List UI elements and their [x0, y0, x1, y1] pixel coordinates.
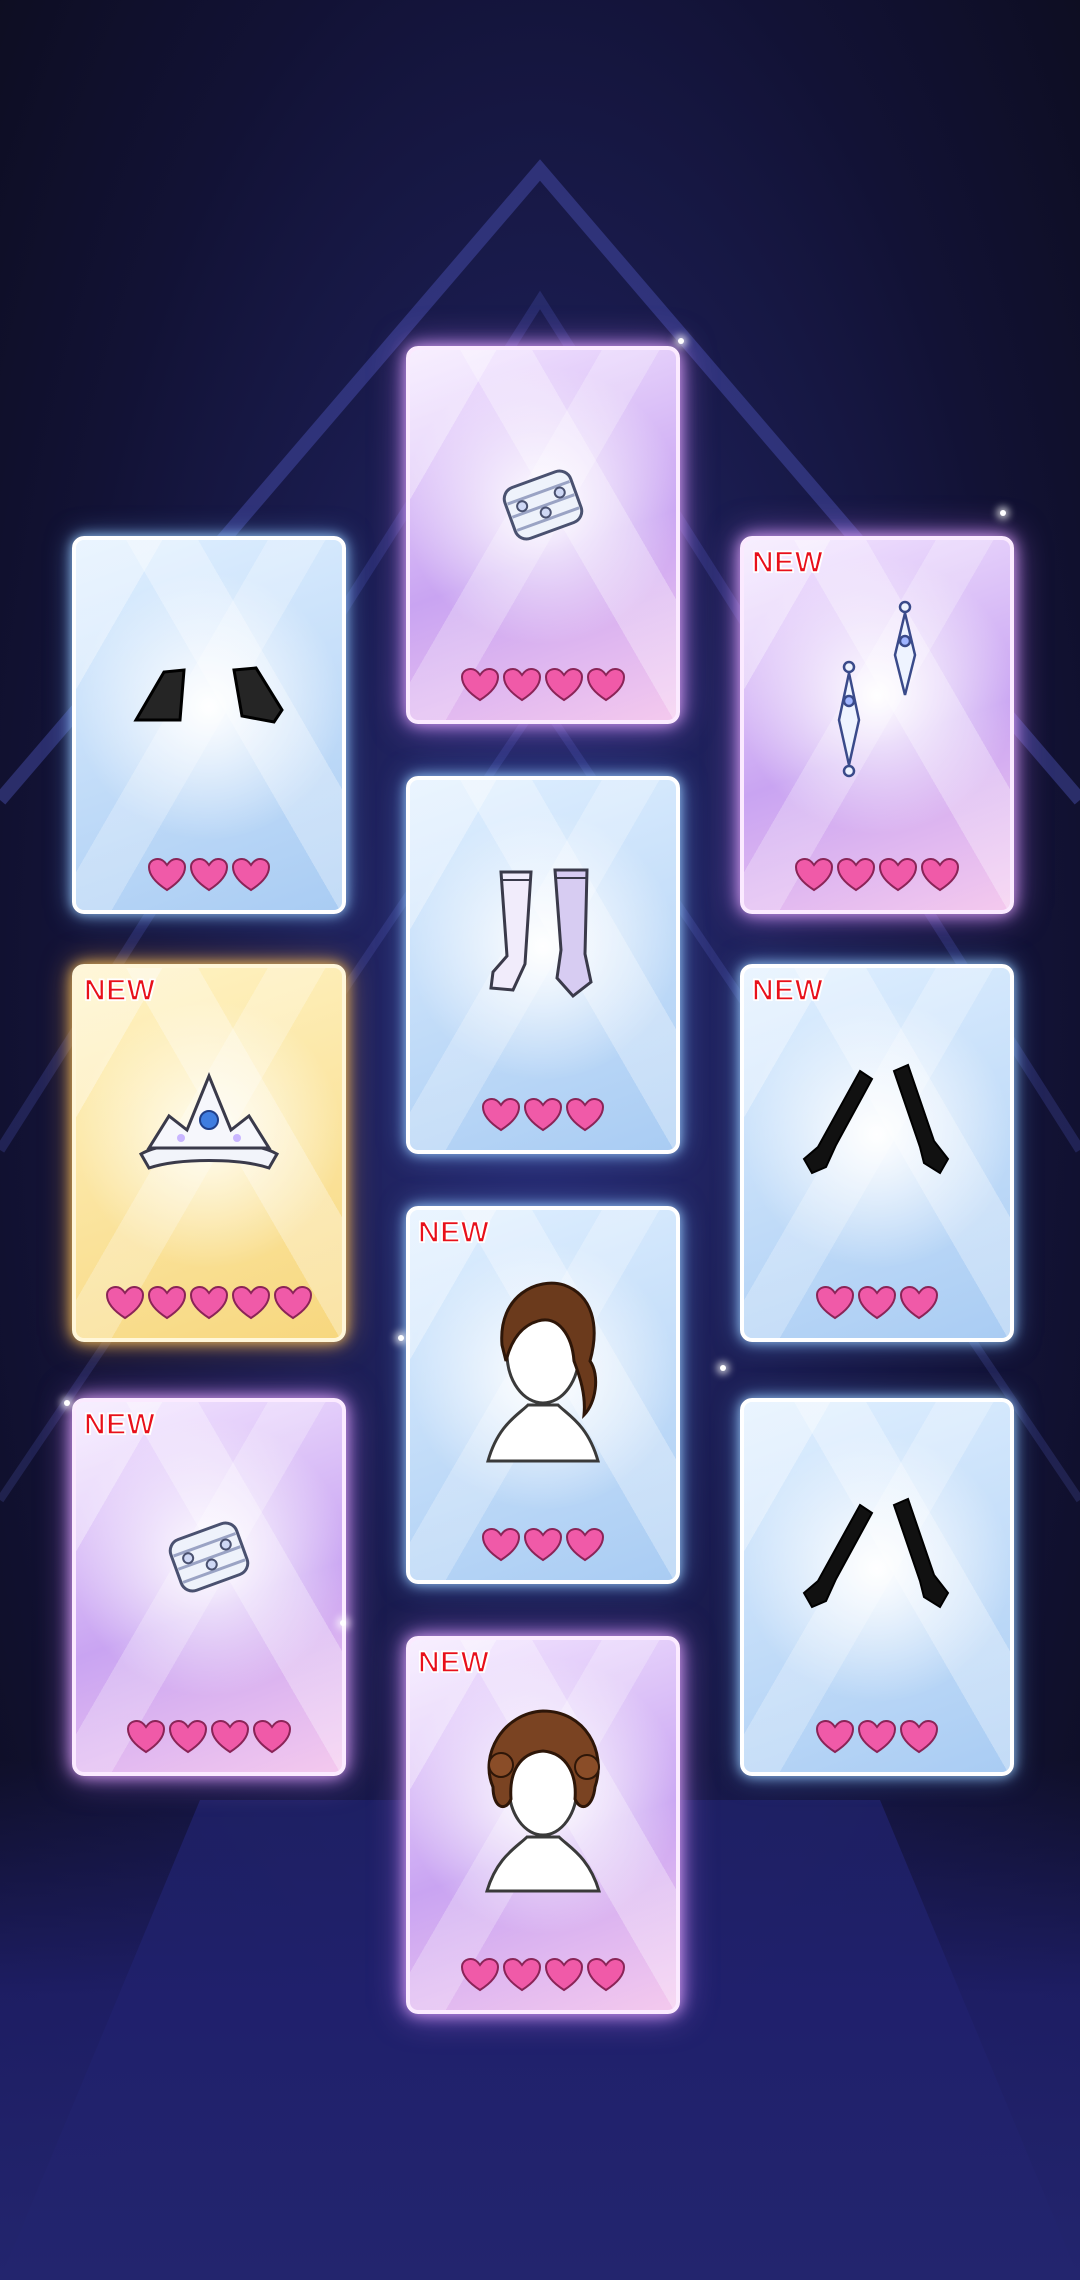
heart-icon	[878, 857, 918, 898]
rarity-hearts	[76, 857, 342, 898]
rarity-hearts	[76, 1285, 342, 1326]
reward-card[interactable]	[406, 776, 680, 1154]
new-badge: NEW	[83, 1407, 156, 1442]
rarity-hearts	[744, 1285, 1010, 1326]
reward-card[interactable]: NEW	[72, 964, 346, 1342]
earrings-icon	[744, 540, 1010, 850]
heart-icon	[147, 857, 187, 898]
heart-icon	[189, 857, 229, 898]
heart-icon	[523, 1527, 563, 1568]
heart-icon	[565, 1527, 605, 1568]
heart-icon	[481, 1527, 521, 1568]
rarity-hearts	[410, 667, 676, 708]
reward-card[interactable]	[406, 346, 680, 724]
heart-icon	[189, 1285, 229, 1326]
new-badge: NEW	[83, 973, 156, 1008]
heart-icon	[231, 1285, 271, 1326]
sparkle	[398, 1335, 404, 1341]
rarity-hearts	[744, 1719, 1010, 1760]
stockings-icon	[410, 780, 676, 1090]
heart-icon	[126, 1719, 166, 1760]
sparkle	[1000, 510, 1006, 516]
heart-icon	[815, 1719, 855, 1760]
heart-icon	[502, 667, 542, 708]
heart-icon	[544, 667, 584, 708]
heart-icon	[105, 1285, 145, 1326]
reward-card[interactable]	[72, 536, 346, 914]
rarity-hearts	[744, 857, 1010, 898]
bracelet-icon	[410, 350, 676, 660]
new-badge: NEW	[417, 1645, 490, 1680]
sparkle	[64, 1400, 70, 1406]
heart-icon	[899, 1719, 939, 1760]
reward-reveal-screen: NEW NEW NEW NEW NEW NEW	[0, 0, 1080, 2280]
gloves-icon	[744, 968, 1010, 1278]
heart-icon	[481, 1097, 521, 1138]
new-badge: NEW	[751, 973, 824, 1008]
heart-icon	[523, 1097, 563, 1138]
heart-icon	[210, 1719, 250, 1760]
new-badge: NEW	[417, 1215, 490, 1250]
tiara-icon	[76, 968, 342, 1278]
heart-icon	[565, 1097, 605, 1138]
heart-icon	[815, 1285, 855, 1326]
heart-icon	[836, 857, 876, 898]
reward-card[interactable]: NEW	[406, 1636, 680, 2014]
heart-icon	[273, 1285, 313, 1326]
rarity-hearts	[410, 1097, 676, 1138]
heart-icon	[920, 857, 960, 898]
heart-icon	[460, 1957, 500, 1998]
heart-icon	[857, 1285, 897, 1326]
heart-icon	[899, 1285, 939, 1326]
heart-icon	[252, 1719, 292, 1760]
rarity-hearts	[410, 1957, 676, 1998]
reward-card[interactable]: NEW	[72, 1398, 346, 1776]
heart-icon	[147, 1285, 187, 1326]
rarity-hearts	[76, 1719, 342, 1760]
reward-card[interactable]: NEW	[740, 536, 1014, 914]
heart-icon	[460, 667, 500, 708]
heart-icon	[231, 857, 271, 898]
sparkle	[340, 1620, 346, 1626]
heart-icon	[168, 1719, 208, 1760]
heart-icon	[502, 1957, 542, 1998]
heart-icon	[586, 1957, 626, 1998]
reward-card[interactable]: NEW	[740, 964, 1014, 1342]
bracelet-icon	[76, 1402, 342, 1712]
rarity-hearts	[410, 1527, 676, 1568]
heart-icon	[794, 857, 834, 898]
heart-icon	[586, 667, 626, 708]
reward-card[interactable]	[740, 1398, 1014, 1776]
sparkle	[720, 1365, 726, 1371]
updo-hair-icon	[410, 1210, 676, 1520]
wrist-cuffs-icon	[76, 540, 342, 850]
new-badge: NEW	[751, 545, 824, 580]
curly-hair-icon	[410, 1640, 676, 1950]
sparkle	[678, 338, 684, 344]
reward-card[interactable]: NEW	[406, 1206, 680, 1584]
heart-icon	[857, 1719, 897, 1760]
gloves-icon	[744, 1402, 1010, 1712]
heart-icon	[544, 1957, 584, 1998]
